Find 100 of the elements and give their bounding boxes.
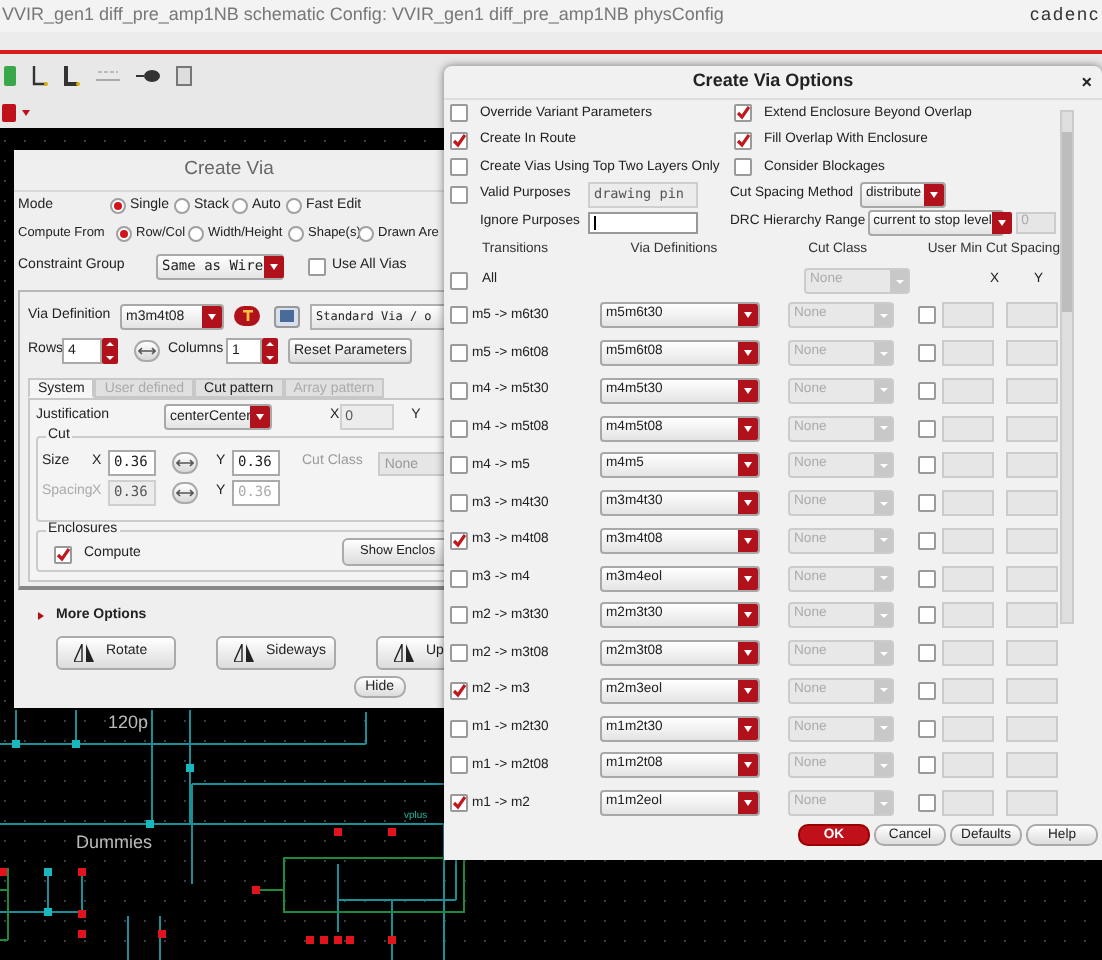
x-spacing-field[interactable] — [942, 752, 994, 779]
checkbox[interactable] — [918, 456, 936, 475]
checkbox[interactable] — [918, 569, 936, 588]
y-spacing-field[interactable] — [1006, 715, 1058, 742]
x-spacing-field[interactable] — [942, 565, 994, 592]
checkbox[interactable] — [450, 569, 468, 588]
checkbox[interactable] — [918, 644, 936, 663]
filter-icon[interactable] — [234, 306, 260, 326]
x-spacing-field[interactable] — [942, 790, 994, 817]
swap-button[interactable] — [134, 340, 160, 362]
checkbox[interactable] — [450, 131, 468, 150]
save-icon[interactable] — [274, 305, 300, 327]
pin-icon[interactable] — [136, 67, 160, 83]
radio-button[interactable] — [286, 198, 302, 214]
swap-arrows-icon — [176, 488, 194, 498]
columns-spinner[interactable] — [262, 338, 278, 364]
radio-button[interactable] — [232, 198, 248, 214]
x-spacing-field[interactable] — [942, 490, 994, 517]
wire-icon[interactable] — [32, 65, 48, 85]
checkbox[interactable] — [918, 756, 936, 775]
x-spacing-field[interactable] — [942, 302, 994, 329]
radio-button[interactable] — [188, 226, 204, 242]
checkbox[interactable] — [450, 344, 468, 363]
x-spacing-field[interactable] — [942, 527, 994, 554]
y-spacing-field[interactable] — [1006, 527, 1058, 554]
checkbox[interactable] — [450, 756, 468, 775]
checkbox[interactable] — [918, 719, 936, 738]
schematic-label: Dummies — [76, 830, 153, 856]
x-spacing-field[interactable] — [942, 415, 994, 442]
checkbox[interactable] — [308, 257, 326, 275]
checkbox[interactable] — [734, 131, 752, 150]
x-spacing-field[interactable] — [942, 340, 994, 367]
radio-button[interactable] — [358, 226, 374, 242]
checkbox[interactable] — [734, 104, 752, 123]
y-spacing-field[interactable] — [1006, 640, 1058, 667]
window-title: VVIR_gen1 diff_pre_amp1NB schematic Config: VVIR_gen1 diff_pre_amp1NB physConfig — [2, 2, 724, 29]
x-spacing-field[interactable] — [942, 715, 994, 742]
dialog-title: Create Via — [184, 155, 274, 184]
checkbox[interactable] — [918, 681, 936, 700]
flip-icon — [394, 643, 414, 661]
wire-icon[interactable] — [64, 65, 80, 85]
checkbox[interactable] — [450, 272, 468, 290]
y-spacing-field[interactable] — [1006, 790, 1058, 817]
checkbox[interactable] — [450, 794, 468, 813]
checkbox[interactable] — [450, 381, 468, 400]
y-spacing-field[interactable] — [1006, 565, 1058, 592]
x-spacing-field[interactable] — [942, 377, 994, 404]
y-spacing-field[interactable] — [1006, 302, 1058, 329]
checkbox[interactable] — [450, 104, 468, 123]
checkbox[interactable] — [450, 419, 468, 438]
document-icon[interactable] — [176, 65, 192, 85]
checkbox[interactable] — [918, 381, 936, 400]
checkbox[interactable] — [450, 719, 468, 738]
checkbox[interactable] — [918, 494, 936, 513]
checkbox[interactable] — [54, 546, 72, 564]
close-button[interactable]: × — [1081, 72, 1092, 92]
y-spacing-field[interactable] — [1006, 490, 1058, 517]
swap-button[interactable] — [172, 452, 198, 474]
swap-arrows-icon — [176, 458, 194, 468]
checkbox[interactable] — [918, 344, 936, 363]
expand-arrow-icon[interactable] — [38, 612, 44, 620]
checkbox[interactable] — [918, 606, 936, 625]
checkbox[interactable] — [450, 644, 468, 663]
radio-button[interactable] — [288, 226, 304, 242]
checkbox[interactable] — [450, 606, 468, 625]
x-spacing-field[interactable] — [942, 677, 994, 704]
y-spacing-field[interactable] — [1006, 602, 1058, 629]
add-icon[interactable] — [4, 65, 16, 85]
y-spacing-field[interactable] — [1006, 377, 1058, 404]
checkbox[interactable] — [450, 306, 468, 325]
radio-button[interactable] — [174, 198, 190, 214]
checkbox[interactable] — [450, 681, 468, 700]
scrollbar[interactable] — [1060, 110, 1074, 624]
y-spacing-field[interactable] — [1006, 752, 1058, 779]
rows-spinner[interactable] — [102, 338, 118, 364]
checkbox[interactable] — [918, 419, 936, 438]
caret-icon[interactable] — [22, 109, 30, 115]
y-spacing-field[interactable] — [1006, 452, 1058, 479]
schematic-label: 120p — [108, 712, 149, 732]
flip-icon — [234, 643, 254, 661]
checkbox[interactable] — [450, 158, 468, 177]
checkbox[interactable] — [450, 456, 468, 475]
ignore-purposes-field[interactable] — [588, 212, 698, 234]
x-spacing-field[interactable] — [942, 602, 994, 629]
checkbox[interactable] — [918, 531, 936, 550]
checkbox[interactable] — [450, 186, 468, 204]
radio-button[interactable] — [110, 198, 126, 214]
checkbox[interactable] — [918, 306, 936, 325]
checkbox[interactable] — [450, 494, 468, 513]
color-dropdown[interactable] — [2, 103, 16, 121]
checkbox[interactable] — [918, 794, 936, 813]
radio-button[interactable] — [116, 226, 132, 242]
y-spacing-field[interactable] — [1006, 415, 1058, 442]
label-icon[interactable] — [96, 67, 120, 83]
x-spacing-field[interactable] — [942, 452, 994, 479]
y-spacing-field[interactable] — [1006, 677, 1058, 704]
checkbox[interactable] — [734, 158, 752, 177]
x-spacing-field[interactable] — [942, 640, 994, 667]
checkbox[interactable] — [450, 531, 468, 550]
y-spacing-field[interactable] — [1006, 340, 1058, 367]
